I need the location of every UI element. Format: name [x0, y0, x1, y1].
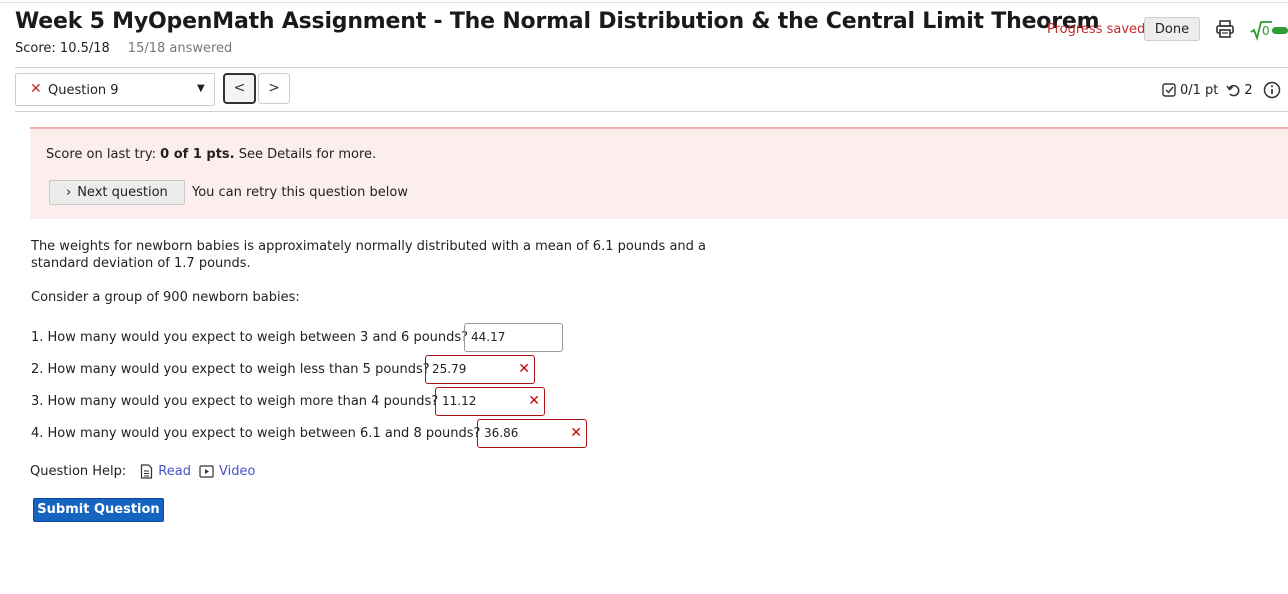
last-try-prefix: Score on last try: [46, 147, 161, 162]
answer-input-2[interactable]: 25.79 ✕ [425, 355, 535, 384]
points-text: 0/1 pt [1180, 82, 1219, 98]
print-icon[interactable] [1215, 19, 1235, 39]
header-divider [15, 67, 1288, 68]
question-part-3: 3. How many would you expect to weigh mo… [31, 394, 439, 409]
last-try-message: Score on last try: 0 of 1 pts. See Detai… [46, 147, 376, 162]
answer-input-4[interactable]: 36.86 ✕ [477, 419, 587, 448]
incorrect-mark-icon: ✕ [570, 425, 582, 441]
question-selector-label: Question 9 [48, 83, 119, 98]
question-part-4: 4. How many would you expect to weigh be… [31, 426, 481, 441]
incorrect-icon: ✕ [30, 81, 42, 97]
done-button[interactable]: Done [1144, 17, 1200, 41]
next-question-arrow-button[interactable]: > [258, 73, 290, 104]
retry-icon [1226, 84, 1240, 96]
video-link-label: Video [218, 464, 256, 479]
top-divider [0, 2, 1288, 3]
next-question-label: Next question [77, 185, 168, 200]
answer-value-2: 25.79 [432, 362, 467, 376]
last-try-score: 0 of 1 pts. [160, 147, 235, 162]
incorrect-mark-icon: ✕ [518, 361, 530, 377]
question-part-1: 1. How many would you expect to weigh be… [31, 330, 469, 345]
retry-message: You can retry this question below [192, 185, 408, 200]
retries-count: 2 [1244, 82, 1253, 98]
incorrect-mark-icon: ✕ [528, 393, 540, 409]
video-icon [199, 465, 214, 478]
submit-question-button[interactable]: Submit Question [33, 498, 164, 522]
next-question-button[interactable]: › Next question [49, 180, 185, 205]
answer-value-1: 44.17 [471, 330, 506, 344]
chevron-down-icon: ▼ [197, 83, 205, 94]
answered-count: 15/18 answered [127, 41, 233, 56]
question-part-2: 2. How many would you expect to weigh le… [31, 362, 430, 377]
answer-input-1[interactable]: 44.17 [464, 323, 563, 352]
answer-value-3: 11.12 [442, 394, 477, 408]
question-help: Question Help: Read Video [30, 464, 255, 479]
progress-status: Progress saved [1047, 22, 1146, 37]
checkbox-check-icon [1162, 82, 1176, 97]
score-text: Score: 10.5/18 [15, 41, 110, 56]
document-icon [141, 464, 153, 479]
math-entry-icon[interactable]: 0 [1250, 19, 1288, 41]
nav-divider [15, 111, 1288, 112]
score-summary: Score: 10.5/18 15/18 answered [15, 41, 232, 56]
svg-text:0: 0 [1262, 24, 1270, 38]
read-link[interactable]: Read [140, 464, 191, 479]
answer-input-3[interactable]: 11.12 ✕ [435, 387, 545, 416]
points-status: 0/1 pt 2 [1162, 81, 1281, 99]
previous-question-button[interactable]: < [223, 73, 256, 104]
question-selector[interactable]: ✕ Question 9 ▼ [15, 73, 215, 106]
video-link[interactable]: Video [199, 464, 255, 479]
read-link-label: Read [158, 464, 191, 479]
score-alert: Score on last try: 0 of 1 pts. See Detai… [30, 127, 1288, 219]
question-help-label: Question Help: [30, 464, 127, 479]
question-intro: The weights for newborn babies is approx… [31, 239, 706, 271]
chevron-right-icon: › [66, 185, 72, 200]
assignment-title: Week 5 MyOpenMath Assignment - The Norma… [15, 9, 1100, 34]
answer-value-4: 36.86 [484, 426, 519, 440]
last-try-suffix: See Details for more. [234, 147, 377, 162]
info-icon[interactable] [1263, 81, 1281, 99]
question-consider: Consider a group of 900 newborn babies: [31, 290, 300, 305]
